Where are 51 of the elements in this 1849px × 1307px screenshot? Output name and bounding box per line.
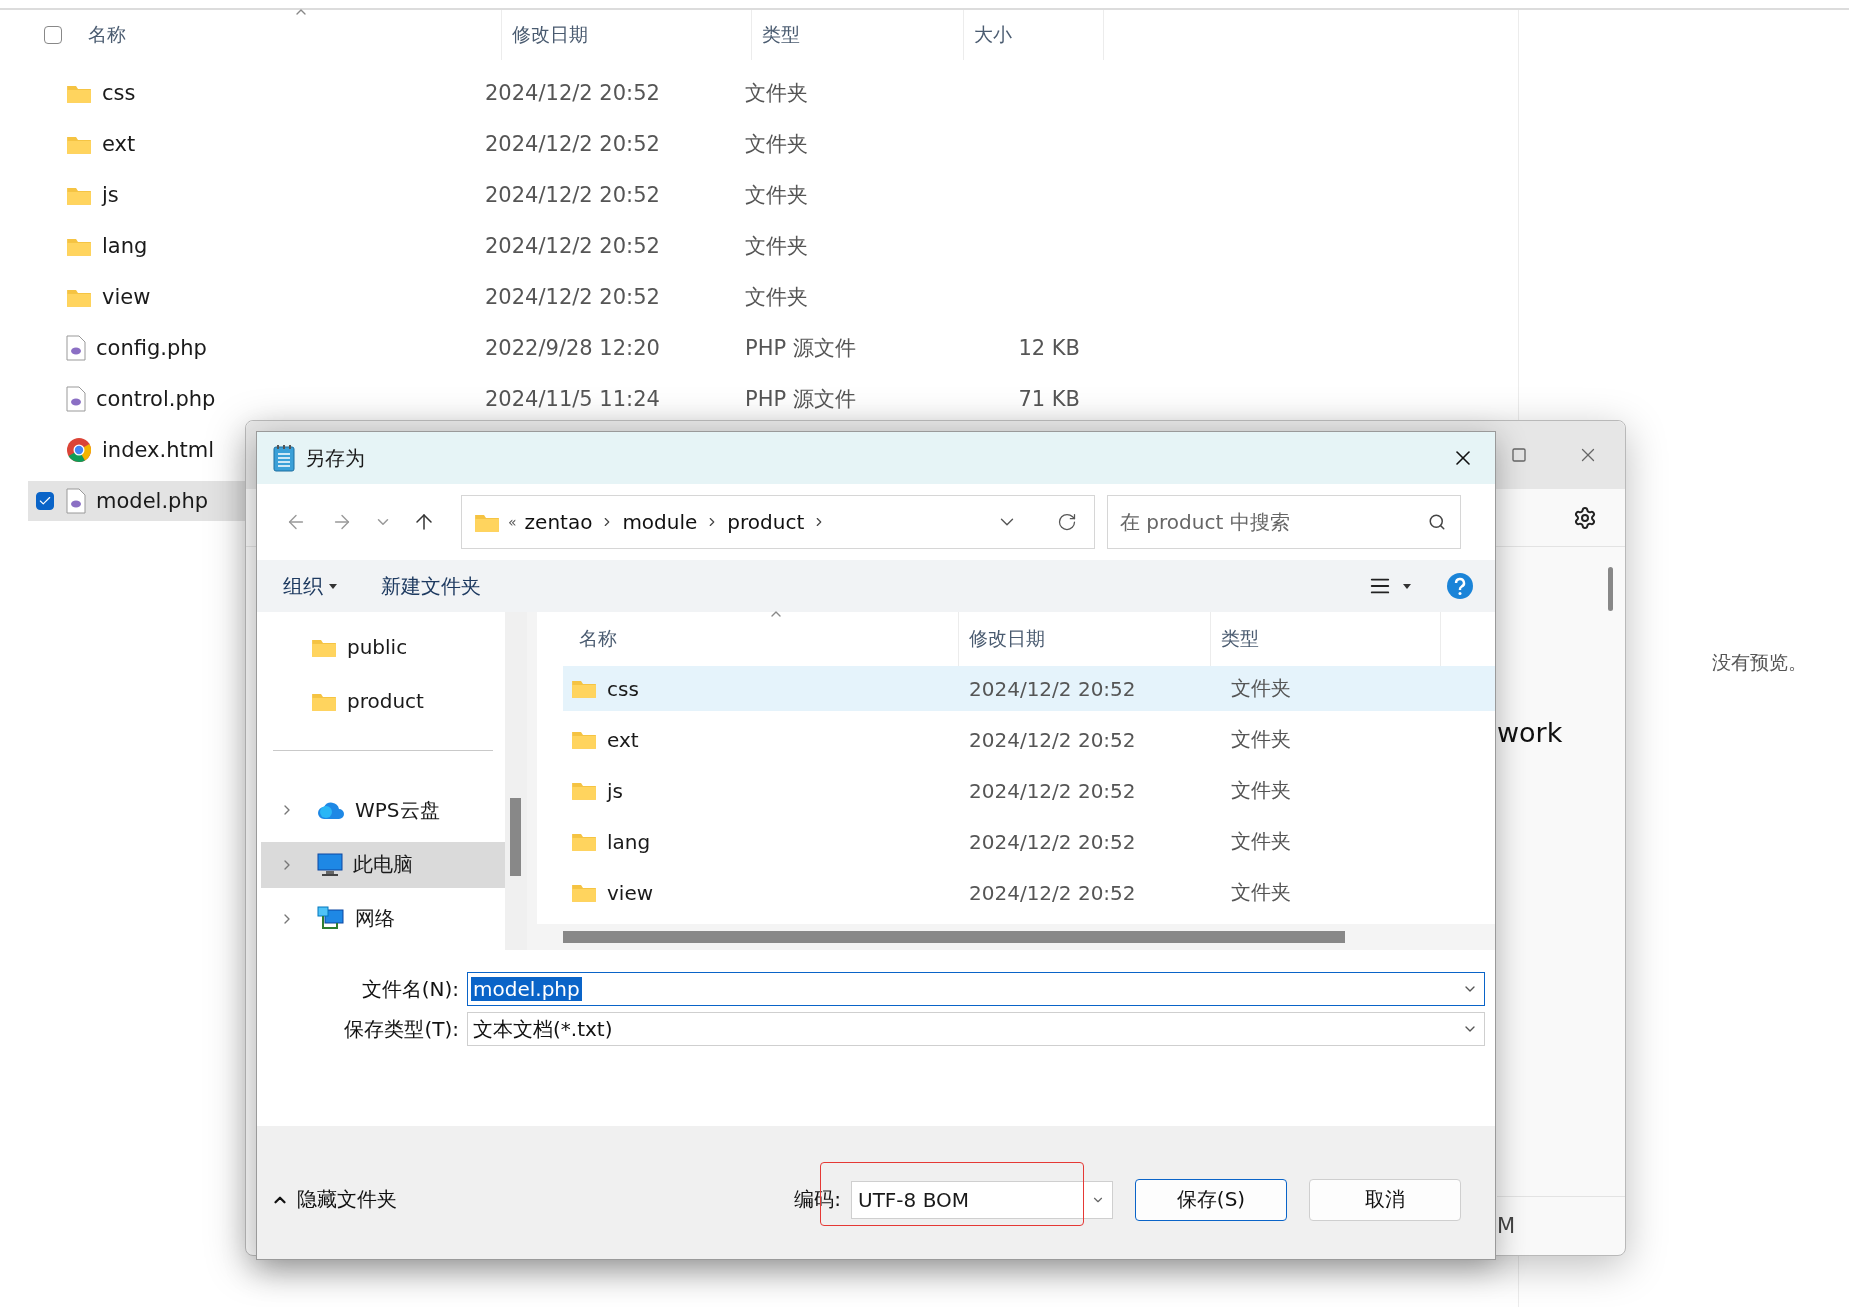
file-name: lang — [102, 234, 148, 258]
file-date: 2024/12/2 20:52 — [969, 727, 1136, 752]
file-type: PHP 源文件 — [745, 387, 856, 411]
navigation-label: 此电脑 — [353, 851, 413, 879]
file-type: 文件夹 — [745, 132, 808, 156]
file-name: css — [607, 676, 639, 701]
file-date: 2024/12/2 20:52 — [969, 778, 1136, 803]
file-type: 文件夹 — [1231, 778, 1291, 802]
navigation-label: public — [347, 635, 408, 660]
file-name: lang — [607, 829, 651, 854]
editor-text: work — [1497, 717, 1564, 748]
navigation-label: product — [347, 689, 424, 714]
file-date: 2024/12/2 20:52 — [485, 285, 660, 309]
file-type: 文件夹 — [745, 183, 808, 207]
preview-message: 没有预览。 — [1711, 650, 1807, 675]
field-label: 文件名(N): — [360, 975, 459, 1003]
file-name: js — [102, 183, 119, 207]
file-name: index.html — [102, 438, 214, 462]
file-name: css — [102, 81, 136, 105]
window-title: 另存为 — [305, 444, 365, 472]
file-type: 文件夹 — [1231, 829, 1291, 853]
file-type: 文件夹 — [745, 81, 808, 105]
file-date: 2022/9/28 12:20 — [485, 336, 660, 360]
file-size: 12 KB — [1018, 336, 1080, 360]
navigation-label: WPS云盘 — [355, 796, 440, 824]
field-label: 保存类型(T): — [343, 1015, 459, 1043]
file-type: PHP 源文件 — [745, 336, 856, 360]
file-date: 2024/12/2 20:52 — [969, 676, 1136, 701]
file-date: 2024/12/2 20:52 — [969, 880, 1136, 905]
file-name: ext — [102, 132, 136, 156]
file-date: 2024/12/2 20:52 — [485, 234, 660, 258]
file-date: 2024/12/2 20:52 — [485, 132, 660, 156]
file-type: 文件夹 — [745, 285, 808, 309]
file-date: 2024/12/2 20:52 — [969, 829, 1136, 854]
file-name: control.php — [96, 387, 216, 411]
file-name: js — [607, 778, 623, 803]
file-name: view — [607, 880, 654, 905]
status-text: M — [1497, 1214, 1516, 1238]
navigation-label: 网络 — [355, 905, 395, 933]
file-name: model.php — [96, 489, 209, 513]
file-type: 文件夹 — [745, 234, 808, 258]
file-date: 2024/12/2 20:52 — [485, 81, 660, 105]
file-name: view — [102, 285, 151, 309]
file-type: 文件夹 — [1231, 880, 1291, 904]
file-name: config.php — [96, 336, 207, 360]
file-date: 2024/12/2 20:52 — [485, 183, 660, 207]
file-size: 71 KB — [1018, 387, 1080, 411]
file-type: 文件夹 — [1231, 727, 1291, 751]
file-type: 文件夹 — [1231, 676, 1291, 700]
file-name: ext — [607, 727, 639, 752]
file-date: 2024/11/5 11:24 — [485, 387, 660, 411]
